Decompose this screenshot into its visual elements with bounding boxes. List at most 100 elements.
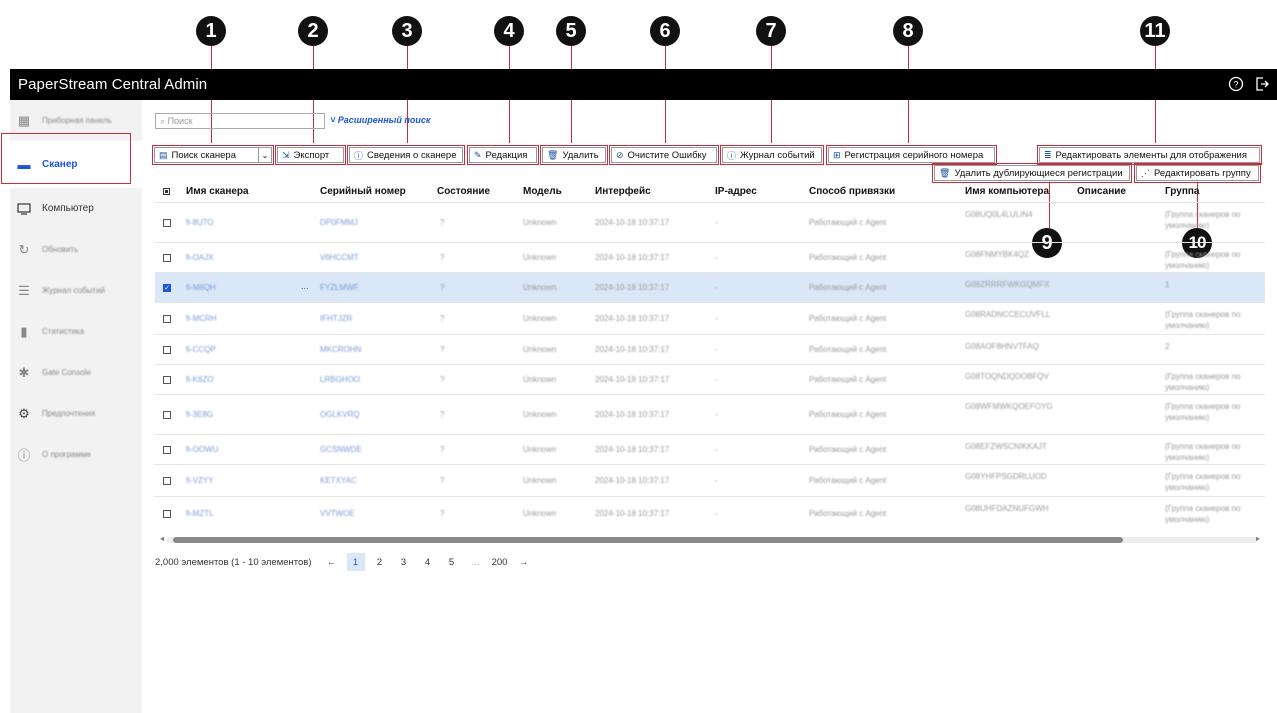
sidebar-item-computer[interactable]: Компьютер bbox=[10, 188, 142, 229]
cell-state[interactable]: ? bbox=[440, 375, 444, 384]
table-row[interactable]: fi-VZYY KETXYAC? Unknown 2024-10-18 10:37:1… bbox=[155, 464, 1265, 497]
cell-serial-number[interactable]: GCSNWDE bbox=[320, 445, 362, 454]
cell-scanner-name[interactable]: fi-OAJX bbox=[186, 253, 214, 262]
sidebar-item-about[interactable]: ⓘ О программе bbox=[10, 434, 142, 475]
cell-scanner-name[interactable]: fi-MZTL bbox=[186, 509, 214, 518]
help-icon[interactable]: ? bbox=[1227, 75, 1245, 93]
cell-state[interactable]: ? bbox=[440, 314, 444, 323]
col-state[interactable]: Состояние bbox=[437, 186, 490, 197]
cell-serial-number[interactable]: OGLKVRQ bbox=[320, 410, 360, 419]
col-group[interactable]: Группа bbox=[1165, 186, 1199, 197]
cell-serial-number[interactable]: IFHTJZR bbox=[320, 314, 352, 323]
page-button[interactable]: 200 bbox=[491, 553, 509, 571]
scanner-info-button[interactable]: ⓘ Сведения о сканере bbox=[347, 145, 465, 165]
cell-serial-number[interactable]: LRBGHOO bbox=[320, 375, 360, 384]
cell-scanner-name[interactable]: fi-M8QH bbox=[186, 283, 216, 292]
table-row[interactable]: fi-3E8G OGLKVRQ? Unknown 2024-10-18 10:37:1… bbox=[155, 394, 1265, 435]
row-checkbox[interactable] bbox=[163, 411, 171, 419]
scroll-right-icon[interactable]: ▸ bbox=[1256, 534, 1260, 543]
sidebar-item-event-log[interactable]: ☰ Журнал событий bbox=[10, 270, 142, 311]
chevron-down-icon[interactable]: ⌄ bbox=[258, 148, 271, 162]
cell-scanner-name[interactable]: fi-CCQP bbox=[186, 345, 216, 354]
serial-registration-button[interactable]: ⊞ Регистрация серийного номера bbox=[826, 145, 997, 165]
cell-serial-number[interactable]: FYZLMWF bbox=[320, 283, 359, 292]
cell-serial-number[interactable]: KETXYAC bbox=[320, 476, 357, 485]
col-serial-number[interactable]: Серийный номер bbox=[320, 186, 406, 197]
cell-ip-address: - bbox=[715, 508, 718, 518]
row-checkbox[interactable] bbox=[163, 376, 171, 384]
scanner-search-button[interactable]: ▤ Поиск сканера ⌄ bbox=[152, 145, 274, 165]
cell-state[interactable]: ? bbox=[440, 218, 444, 227]
export-button[interactable]: ⇲ Экспорт bbox=[275, 145, 346, 165]
clear-error-button[interactable]: ⊘ Очистите Ошибку bbox=[609, 145, 719, 165]
cell-scanner-name[interactable]: fi-3E8G bbox=[186, 410, 213, 419]
cell-serial-number[interactable]: V6HCCMT bbox=[320, 253, 359, 262]
col-interface[interactable]: Интерфейс bbox=[595, 186, 651, 197]
dashboard-icon: ▦ bbox=[17, 112, 31, 128]
edit-group-button[interactable]: ⋰ Редактировать группу bbox=[1134, 163, 1261, 183]
col-ip-address[interactable]: IP-адрес bbox=[715, 186, 757, 197]
advanced-search-link[interactable]: ˅ Расширенный поиск bbox=[330, 115, 430, 125]
sidebar-item-statistics[interactable]: ▮ Статистика bbox=[10, 311, 142, 352]
sidebar-item-preferences[interactable]: ⚙ Предпочтения bbox=[10, 393, 142, 434]
row-more-icon[interactable]: ... bbox=[301, 281, 309, 291]
row-checkbox[interactable]: ✓ bbox=[163, 284, 171, 292]
table-row[interactable]: fi-CCQP MKCROHN? Unknown 2024-10-18 10:37:1… bbox=[155, 334, 1265, 365]
col-scanner-name[interactable]: Имя сканера bbox=[186, 186, 249, 197]
col-description[interactable]: Описание bbox=[1077, 186, 1126, 197]
cell-serial-number[interactable]: DP0FMMJ bbox=[320, 218, 358, 227]
cell-interface: 2024-10-18 10:37:17 bbox=[595, 345, 670, 354]
row-checkbox[interactable] bbox=[163, 219, 171, 227]
col-computer-name[interactable]: Имя компьютера bbox=[965, 186, 1049, 197]
table-row[interactable]: fi-8U7O DP0FMMJ? Unknown 2024-10-18 10:37:1… bbox=[155, 202, 1265, 243]
row-checkbox[interactable] bbox=[163, 315, 171, 323]
cell-state[interactable]: ? bbox=[440, 509, 444, 518]
page-button[interactable]: 3 bbox=[395, 553, 413, 571]
row-checkbox[interactable] bbox=[163, 346, 171, 354]
scrollbar-thumb[interactable] bbox=[173, 537, 1123, 543]
table-row[interactable]: fi-OAJX V6HCCMT? Unknown 2024-10-18 10:37:1… bbox=[155, 242, 1265, 273]
table-row[interactable]: fi-MZTL VVTWOE? Unknown 2024-10-18 10:37:17… bbox=[155, 496, 1265, 530]
scroll-left-icon[interactable]: ◂ bbox=[160, 534, 164, 543]
row-checkbox[interactable] bbox=[163, 446, 171, 454]
row-checkbox[interactable] bbox=[163, 509, 171, 518]
horizontal-scrollbar[interactable] bbox=[167, 537, 1257, 543]
cell-scanner-name[interactable]: fi-8U7O bbox=[186, 218, 214, 227]
col-model[interactable]: Модель bbox=[523, 186, 562, 197]
cell-scanner-name[interactable]: fi-MCRH bbox=[186, 314, 217, 323]
cell-serial-number[interactable]: MKCROHN bbox=[320, 345, 361, 354]
logout-icon[interactable] bbox=[1253, 75, 1271, 93]
prev-page-button[interactable]: ← bbox=[323, 553, 341, 571]
event-log-button[interactable]: ⓘ Журнал событий bbox=[720, 145, 824, 165]
row-checkbox[interactable] bbox=[163, 254, 171, 262]
cell-scanner-name[interactable]: fi-OOWU bbox=[186, 445, 218, 454]
sidebar-item-refresh[interactable]: ↻ Обновить bbox=[10, 229, 142, 270]
page-button[interactable]: 4 bbox=[419, 553, 437, 571]
select-all-checkbox[interactable] bbox=[163, 188, 170, 195]
cell-state[interactable]: ? bbox=[440, 410, 444, 419]
table-row[interactable]: ✓... fi-M8QH FYZLMWF? Unknown 2024-10-18 10:… bbox=[155, 272, 1265, 303]
sidebar-item-gate-console[interactable]: ✱ Gate Console bbox=[10, 352, 142, 393]
cell-state[interactable]: ? bbox=[440, 476, 444, 485]
row-checkbox[interactable] bbox=[163, 477, 171, 485]
cell-state[interactable]: ? bbox=[440, 345, 444, 354]
page-button[interactable]: 2 bbox=[371, 553, 389, 571]
cell-state[interactable]: ? bbox=[440, 253, 444, 262]
page-button[interactable]: 1 bbox=[346, 553, 365, 571]
search-input[interactable]: ⌕ Поиск bbox=[155, 113, 325, 129]
edit-button[interactable]: ✎ Редакция bbox=[467, 145, 539, 165]
col-binding-method[interactable]: Способ привязки bbox=[809, 186, 895, 197]
table-row[interactable]: fi-K6ZO LRBGHOO? Unknown 2024-10-18 10:37:1… bbox=[155, 364, 1265, 395]
edit-display-items-button[interactable]: ≣ Редактировать элементы для отображения bbox=[1037, 145, 1262, 165]
cell-state[interactable]: ? bbox=[440, 445, 444, 454]
cell-serial-number[interactable]: VVTWOE bbox=[320, 509, 355, 518]
cell-scanner-name[interactable]: fi-VZYY bbox=[186, 476, 214, 485]
delete-button[interactable]: 🗑 Удалить bbox=[540, 145, 608, 165]
delete-duplicates-button[interactable]: 🗑 Удалить дублирующиеся регистрации bbox=[932, 163, 1132, 183]
next-page-button[interactable]: → bbox=[515, 553, 533, 571]
cell-scanner-name[interactable]: fi-K6ZO bbox=[186, 375, 214, 384]
cell-state[interactable]: ? bbox=[440, 283, 444, 292]
page-button[interactable]: 5 bbox=[443, 553, 461, 571]
table-row[interactable]: fi-MCRH IFHTJZR? Unknown 2024-10-18 10:37:1… bbox=[155, 302, 1265, 335]
table-row[interactable]: fi-OOWU GCSNWDE? Unknown 2024-10-18 10:37:1… bbox=[155, 434, 1265, 465]
